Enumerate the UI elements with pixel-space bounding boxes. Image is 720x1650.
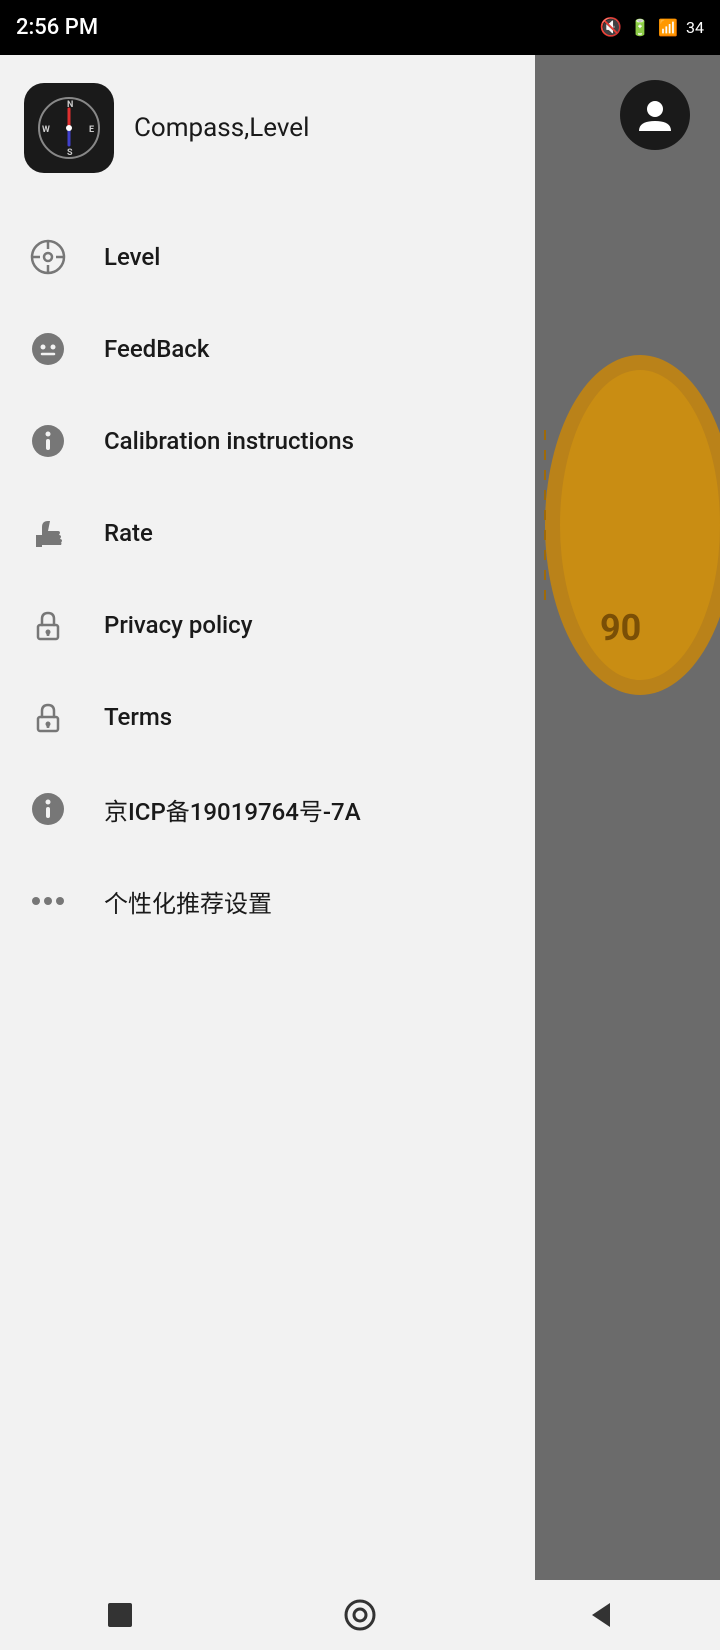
lock-icon xyxy=(24,601,72,649)
menu-label-personalized: 个性化推荐设置 xyxy=(104,884,272,919)
menu-label-calibration: Calibration instructions xyxy=(104,427,354,455)
menu-item-calibration[interactable]: Calibration instructions xyxy=(0,395,535,487)
info-circle2-icon xyxy=(24,785,72,833)
svg-text:S: S xyxy=(67,148,73,158)
nav-home-button[interactable] xyxy=(335,1590,385,1640)
menu-item-terms[interactable]: Terms xyxy=(0,671,535,763)
crosshair-icon xyxy=(24,233,72,281)
nav-bar xyxy=(0,1580,720,1650)
app-icon: N S W E xyxy=(24,83,114,173)
menu-label-level: Level xyxy=(104,243,160,271)
app-header: N S W E Compass,Level xyxy=(0,55,535,201)
menu-label-icp: 京ICP备19019764号-7A xyxy=(104,792,361,827)
svg-text:90: 90 xyxy=(600,607,641,649)
svg-text:E: E xyxy=(89,125,94,135)
app-title: Compass,Level xyxy=(134,113,309,143)
status-icons: 🔇 🔋 📶 34 xyxy=(600,17,704,38)
battery-percent: 34 xyxy=(686,18,704,37)
menu-label-feedback: FeedBack xyxy=(104,335,209,363)
info-circle-icon xyxy=(24,417,72,465)
thumbs-up-icon xyxy=(24,509,72,557)
nav-square-button[interactable] xyxy=(95,1590,145,1640)
menu-label-privacy: Privacy policy xyxy=(104,611,252,639)
menu-item-feedback[interactable]: FeedBack xyxy=(0,303,535,395)
menu-label-rate: Rate xyxy=(104,519,153,547)
menu-item-icp[interactable]: 京ICP备19019764号-7A xyxy=(0,763,535,855)
menu-label-terms: Terms xyxy=(104,703,172,731)
nav-back-button[interactable] xyxy=(575,1590,625,1640)
mute-icon: 🔇 xyxy=(600,17,622,38)
battery-icon: 🔋 xyxy=(630,18,650,37)
avatar xyxy=(620,80,690,150)
status-bar: 2:56 PM 🔇 🔋 📶 34 xyxy=(0,0,720,55)
drawer-panel: N S W E Compass,Level xyxy=(0,0,535,1580)
background-panel: 90 xyxy=(530,0,720,1580)
menu-list: Level FeedBack xyxy=(0,211,535,947)
dots-icon xyxy=(24,877,72,925)
wifi-icon: 📶 xyxy=(658,18,678,37)
svg-text:W: W xyxy=(42,125,50,135)
coin-image: 90 xyxy=(540,350,720,700)
menu-item-rate[interactable]: Rate xyxy=(0,487,535,579)
status-time: 2:56 PM xyxy=(16,15,98,40)
menu-item-level[interactable]: Level xyxy=(0,211,535,303)
menu-item-personalized[interactable]: 个性化推荐设置 xyxy=(0,855,535,947)
drawer-content: N S W E Compass,Level xyxy=(0,0,535,947)
lock2-icon xyxy=(24,693,72,741)
menu-item-privacy[interactable]: Privacy policy xyxy=(0,579,535,671)
ghost-icon xyxy=(24,325,72,373)
